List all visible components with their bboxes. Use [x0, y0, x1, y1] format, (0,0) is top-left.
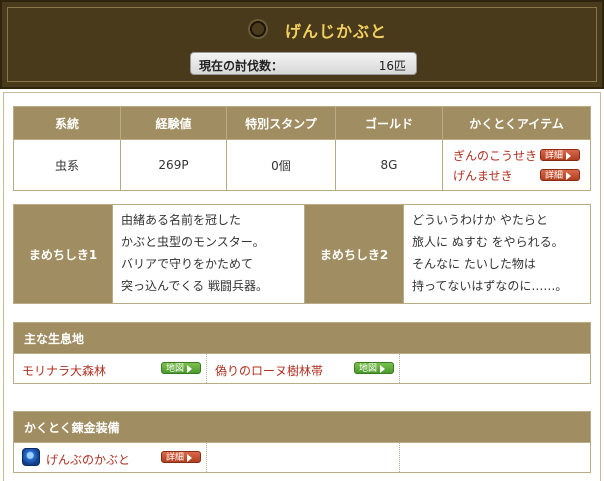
col-header-exp: 経験値: [120, 106, 227, 140]
map-button-label: 地図: [359, 364, 378, 374]
monster-ring-icon: [248, 19, 268, 39]
category-value: 虫系: [13, 139, 121, 191]
trivia-text-1: 由緒ある名前を冠した かぶと虫型のモンスター。 バリアで守りをかためて 突っ込ん…: [112, 204, 305, 304]
equipment-detail-button[interactable]: 詳細: [161, 451, 201, 463]
equipment-section: かくとく錬金装備 げんぶのかぶと 詳細: [13, 411, 591, 473]
gold-value: 8G: [335, 139, 443, 191]
habitat-cell: 偽りのローヌ樹林帯 地図: [207, 354, 400, 383]
equipment-title: かくとく錬金装備: [13, 411, 591, 443]
stats-table: 系統 経験値 特別スタンプ ゴールド かくとくアイテム 虫系 269P 0個 8…: [13, 106, 591, 191]
trivia-line: かぶと虫型のモンスター。: [121, 235, 265, 249]
item-detail-button[interactable]: 詳細: [540, 169, 580, 181]
equipment-cell-empty: [400, 443, 590, 472]
detail-button-label: 詳細: [545, 171, 564, 181]
kill-count-bar: 現在の討伐数： 16匹: [190, 52, 417, 75]
col-header-gold: ゴールド: [335, 106, 443, 140]
habitat-section: 主な生息地 モリナラ大森林 地図 偽りのローヌ樹林帯 地図: [13, 322, 591, 384]
map-button-label: 地図: [166, 364, 185, 374]
col-header-items: かくとくアイテム: [442, 106, 591, 140]
map-button[interactable]: 地図: [354, 362, 394, 374]
col-header-stamp: 特別スタンプ: [226, 106, 336, 140]
trivia-label-1: まめちしき1: [13, 204, 113, 304]
equipment-cell: げんぶのかぶと 詳細: [14, 443, 207, 472]
trivia-line: バリアで守りをかためて: [121, 257, 254, 271]
play-arrow-icon: [187, 364, 193, 373]
trivia-line: 旅人に ぬすむ をやられる。: [412, 235, 564, 249]
item-name[interactable]: げんませき: [453, 167, 513, 184]
trivia-line: 由緒ある名前を冠した: [121, 213, 242, 227]
monster-name: げんじかぶと: [285, 22, 388, 41]
trivia-line: どういうわけか やたらと: [412, 213, 548, 227]
habitat-place-name[interactable]: モリナラ大森林: [22, 362, 106, 379]
kill-count-label: 現在の討伐数：: [199, 59, 284, 73]
equipment-name[interactable]: げんぶのかぶと: [46, 451, 130, 468]
play-arrow-icon: [566, 171, 572, 180]
habitat-place-name[interactable]: 偽りのローヌ樹林帯: [215, 362, 323, 379]
habitat-cell: モリナラ大森林 地図: [14, 354, 207, 383]
item-detail-button[interactable]: 詳細: [540, 149, 580, 161]
trivia-label-2: まめちしき2: [304, 204, 404, 304]
play-arrow-icon: [187, 453, 193, 462]
play-arrow-icon: [380, 364, 386, 373]
play-arrow-icon: [566, 151, 572, 160]
trivia-line: そんなに たいした物は: [412, 257, 536, 271]
monster-header: げんじかぶと 現在の討伐数： 16匹: [0, 0, 604, 89]
items-cell: ぎんのこうせき 詳細 げんませき 詳細: [442, 139, 591, 191]
item-row: げんませき 詳細: [443, 165, 590, 185]
trivia-line: 突っ込んでくる 戦闘兵器。: [121, 279, 268, 293]
helmet-icon[interactable]: [22, 448, 40, 466]
habitat-cell-empty: [400, 354, 590, 383]
exp-value: 269P: [120, 139, 227, 191]
equipment-row: げんぶのかぶと 詳細: [13, 443, 591, 473]
habitat-row: モリナラ大森林 地図 偽りのローヌ樹林帯 地図: [13, 354, 591, 384]
col-header-category: 系統: [13, 106, 121, 140]
habitat-title: 主な生息地: [13, 322, 591, 354]
item-row: ぎんのこうせき 詳細: [443, 145, 590, 165]
stamp-value: 0個: [226, 139, 336, 191]
trivia-table: まめちしき1 由緒ある名前を冠した かぶと虫型のモンスター。 バリアで守りをかた…: [13, 204, 591, 304]
trivia-text-2: どういうわけか やたらと 旅人に ぬすむ をやられる。 そんなに たいした物は …: [403, 204, 591, 304]
trivia-line: 持ってないはずなのに……。: [412, 279, 568, 293]
kill-count-value: 16匹: [378, 59, 406, 73]
map-button[interactable]: 地図: [161, 362, 201, 374]
detail-button-label: 詳細: [166, 453, 185, 463]
detail-button-label: 詳細: [545, 151, 564, 161]
item-name[interactable]: ぎんのこうせき: [453, 147, 537, 164]
equipment-cell-empty: [207, 443, 400, 472]
